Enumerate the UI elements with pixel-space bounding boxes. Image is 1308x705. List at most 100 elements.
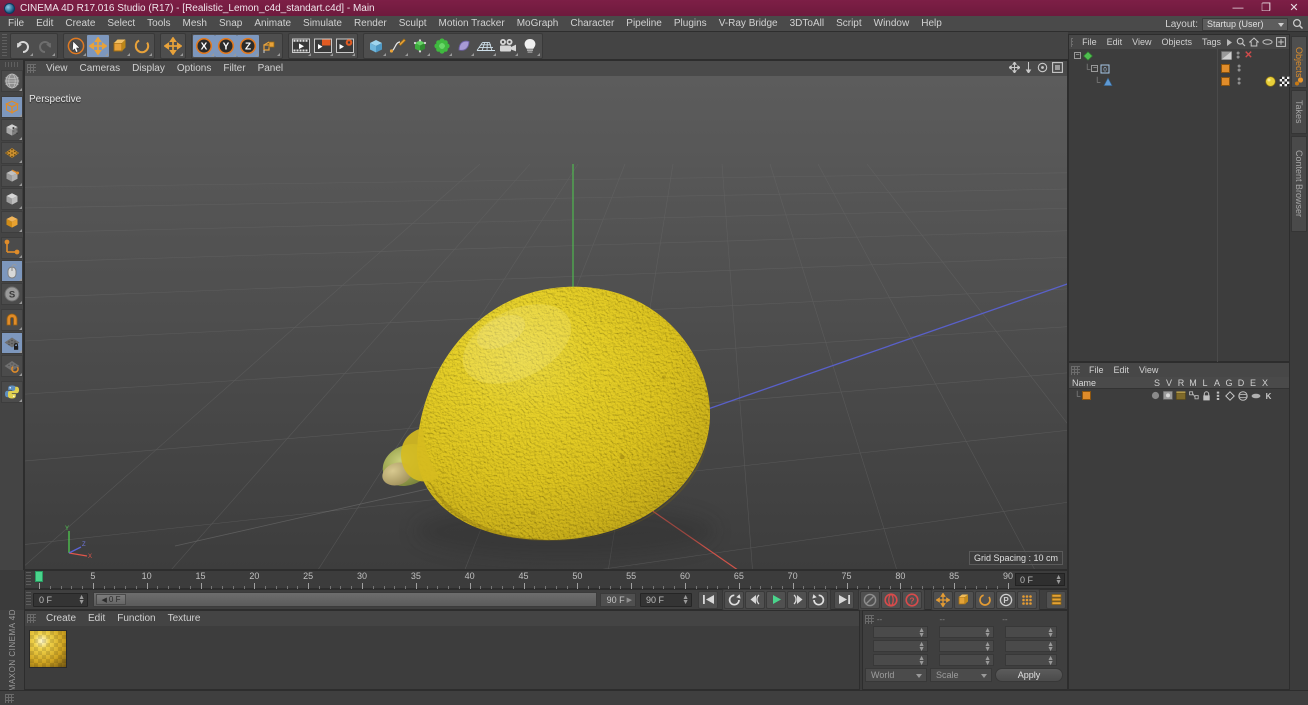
timeline-layers-button[interactable]: [1046, 590, 1066, 609]
menu-mograph[interactable]: MoGraph: [511, 16, 565, 32]
more-options-icon[interactable]: [383, 52, 386, 56]
workplane-button[interactable]: [0, 355, 23, 377]
more-options-icon[interactable]: [18, 255, 22, 258]
minimize-button[interactable]: —: [1224, 0, 1252, 16]
more-options-icon[interactable]: [18, 114, 22, 117]
animation-toggle-icon[interactable]: [1214, 391, 1222, 401]
more-options-icon[interactable]: [330, 52, 333, 56]
stepper-icon[interactable]: ▲ ▼: [1047, 641, 1054, 653]
preview-end-box[interactable]: 90 F ▶: [600, 592, 636, 607]
more-options-icon[interactable]: [211, 52, 214, 56]
attribute-manager-grip[interactable]: [1071, 365, 1080, 375]
add-nurbs-button[interactable]: [409, 35, 431, 57]
more-options-icon[interactable]: [52, 52, 55, 56]
autokeying-button[interactable]: [860, 590, 880, 609]
coordinate-system-select[interactable]: World: [865, 668, 927, 682]
column-header-g[interactable]: G: [1223, 378, 1235, 388]
scale-key-button[interactable]: [954, 590, 974, 609]
undo-button[interactable]: [12, 35, 34, 57]
object-color-tag[interactable]: [1221, 64, 1230, 73]
close-button[interactable]: ✕: [1280, 0, 1308, 16]
more-options-icon[interactable]: [30, 52, 33, 56]
object-color-tag[interactable]: [1221, 77, 1230, 86]
go-to-end-button[interactable]: [834, 590, 854, 609]
more-options-icon[interactable]: [18, 160, 22, 163]
size-x-field[interactable]: ▲ ▼: [939, 625, 994, 639]
add-camera-button[interactable]: [497, 35, 519, 57]
position-x-field[interactable]: ▲ ▼: [873, 625, 928, 639]
more-options-icon[interactable]: [515, 52, 518, 56]
material-menu-texture[interactable]: Texture: [162, 613, 207, 624]
column-header-a[interactable]: A: [1211, 378, 1223, 388]
menu-script[interactable]: Script: [830, 16, 868, 32]
more-options-icon[interactable]: [233, 52, 236, 56]
add-light-button[interactable]: [519, 35, 541, 57]
edges-mode-button[interactable]: [0, 165, 23, 187]
more-options-icon[interactable]: [352, 52, 355, 56]
transport-grip[interactable]: [26, 592, 31, 607]
play-button[interactable]: [766, 590, 786, 609]
parameter-key-button[interactable]: P: [996, 590, 1016, 609]
texture-mode-button[interactable]: [0, 119, 23, 141]
menu-create[interactable]: Create: [59, 16, 101, 32]
menu-simulate[interactable]: Simulate: [297, 16, 348, 32]
lock-y-axis-button[interactable]: Y: [215, 34, 237, 57]
add-array-button[interactable]: [431, 35, 453, 57]
xpresso-toggle-icon[interactable]: K: [1264, 391, 1273, 401]
scrubber-handle[interactable]: ◀ 0 F: [96, 594, 126, 605]
more-options-icon[interactable]: [18, 137, 22, 140]
search-icon[interactable]: [1236, 37, 1246, 47]
render-view-button[interactable]: [290, 35, 312, 57]
tab-content-browser[interactable]: Content Browser: [1291, 136, 1307, 232]
stepper-icon[interactable]: ▲ ▼: [984, 627, 991, 639]
viewport-menu-filter[interactable]: Filter: [217, 63, 251, 74]
move-button[interactable]: [87, 34, 109, 57]
more-options-icon[interactable]: [18, 278, 22, 281]
menu-mesh[interactable]: Mesh: [177, 16, 213, 32]
scale-button[interactable]: [109, 35, 131, 57]
position-key-button[interactable]: [933, 590, 953, 609]
rotation-b-field[interactable]: ▲ ▼: [1005, 653, 1057, 667]
maximize-view-icon[interactable]: [1052, 62, 1063, 73]
texture-tag-icon[interactable]: [1279, 76, 1290, 87]
menu-edit[interactable]: Edit: [30, 16, 59, 32]
object-menu-view[interactable]: View: [1127, 37, 1156, 47]
record-active-objects-button[interactable]: [881, 590, 901, 609]
more-options-icon[interactable]: [405, 52, 408, 56]
attribute-menu-file[interactable]: File: [1084, 365, 1109, 375]
more-options-icon[interactable]: [18, 373, 22, 376]
pan-icon[interactable]: [1009, 62, 1020, 73]
viewport-menu-display[interactable]: Display: [126, 63, 171, 74]
dot-column-icon[interactable]: ● ●: [1237, 76, 1241, 87]
keyframe-selection-button[interactable]: ?: [902, 590, 922, 609]
column-header-s[interactable]: S: [1151, 378, 1163, 388]
s-toggle-button[interactable]: S: [0, 283, 23, 305]
more-options-icon[interactable]: [537, 52, 540, 56]
status-bar-grip[interactable]: [5, 693, 14, 703]
point-level-animation-button[interactable]: [1017, 590, 1037, 609]
more-options-icon[interactable]: [449, 52, 452, 56]
lock-x-axis-button[interactable]: X: [193, 34, 215, 57]
stepper-icon[interactable]: ▲ ▼: [1055, 574, 1062, 586]
view-toggle-icon[interactable]: [1163, 391, 1173, 400]
menu-3dtoall[interactable]: 3DToAll: [784, 16, 830, 32]
move-tool-button[interactable]: [162, 35, 184, 57]
rotation-p-field[interactable]: ▲ ▼: [1005, 639, 1057, 653]
live-selection-button[interactable]: [65, 35, 87, 57]
object-menu-objects[interactable]: Objects: [1156, 37, 1197, 47]
column-header-r[interactable]: R: [1175, 378, 1187, 388]
attribute-menu-edit[interactable]: Edit: [1109, 365, 1135, 375]
object-row[interactable]: └ −0 ● ●: [1069, 62, 1289, 75]
expand-icon[interactable]: [1276, 37, 1286, 47]
visibility-toggle-icon[interactable]: [1221, 51, 1232, 60]
expander-toggle[interactable]: −: [1091, 65, 1099, 72]
menu-v-ray-bridge[interactable]: V-Ray Bridge: [713, 16, 784, 32]
column-header-x[interactable]: X: [1259, 378, 1271, 388]
expander-toggle[interactable]: −: [1074, 52, 1081, 59]
lock-z-axis-button[interactable]: Z: [237, 34, 259, 57]
menu-snap[interactable]: Snap: [213, 16, 248, 32]
viewport-menu-panel[interactable]: Panel: [252, 63, 290, 74]
axis-mode-button[interactable]: [0, 237, 23, 259]
orbit-icon[interactable]: [1037, 62, 1048, 73]
multipass-toggle-icon[interactable]: [1189, 391, 1199, 400]
